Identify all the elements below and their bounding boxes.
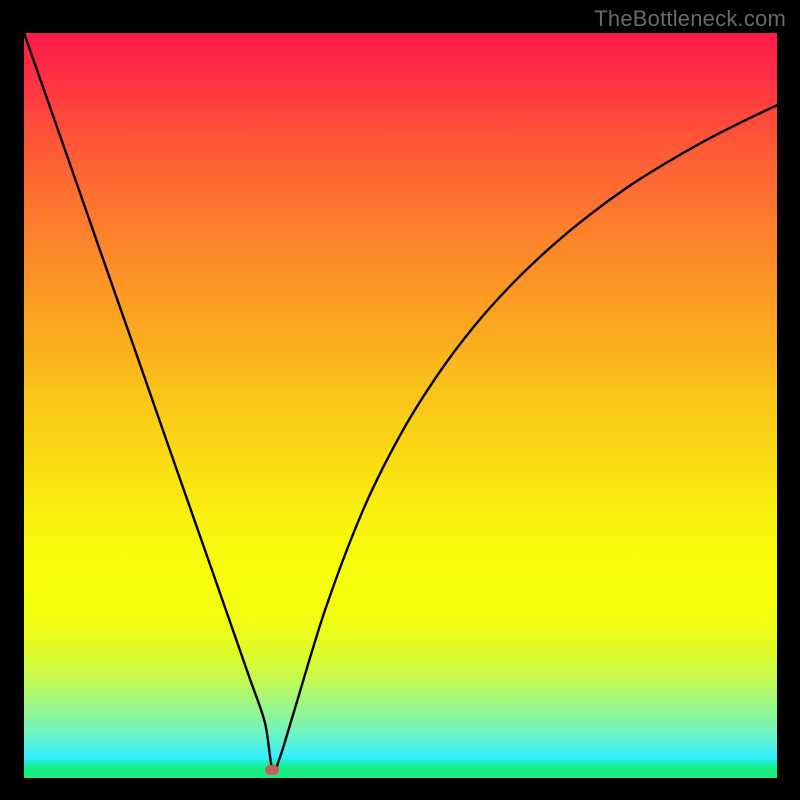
optimal-marker-icon	[265, 765, 279, 775]
bottleneck-curve	[24, 33, 777, 772]
plot-area	[24, 33, 777, 778]
watermark-text: TheBottleneck.com	[594, 6, 786, 32]
curve-svg	[24, 33, 777, 778]
